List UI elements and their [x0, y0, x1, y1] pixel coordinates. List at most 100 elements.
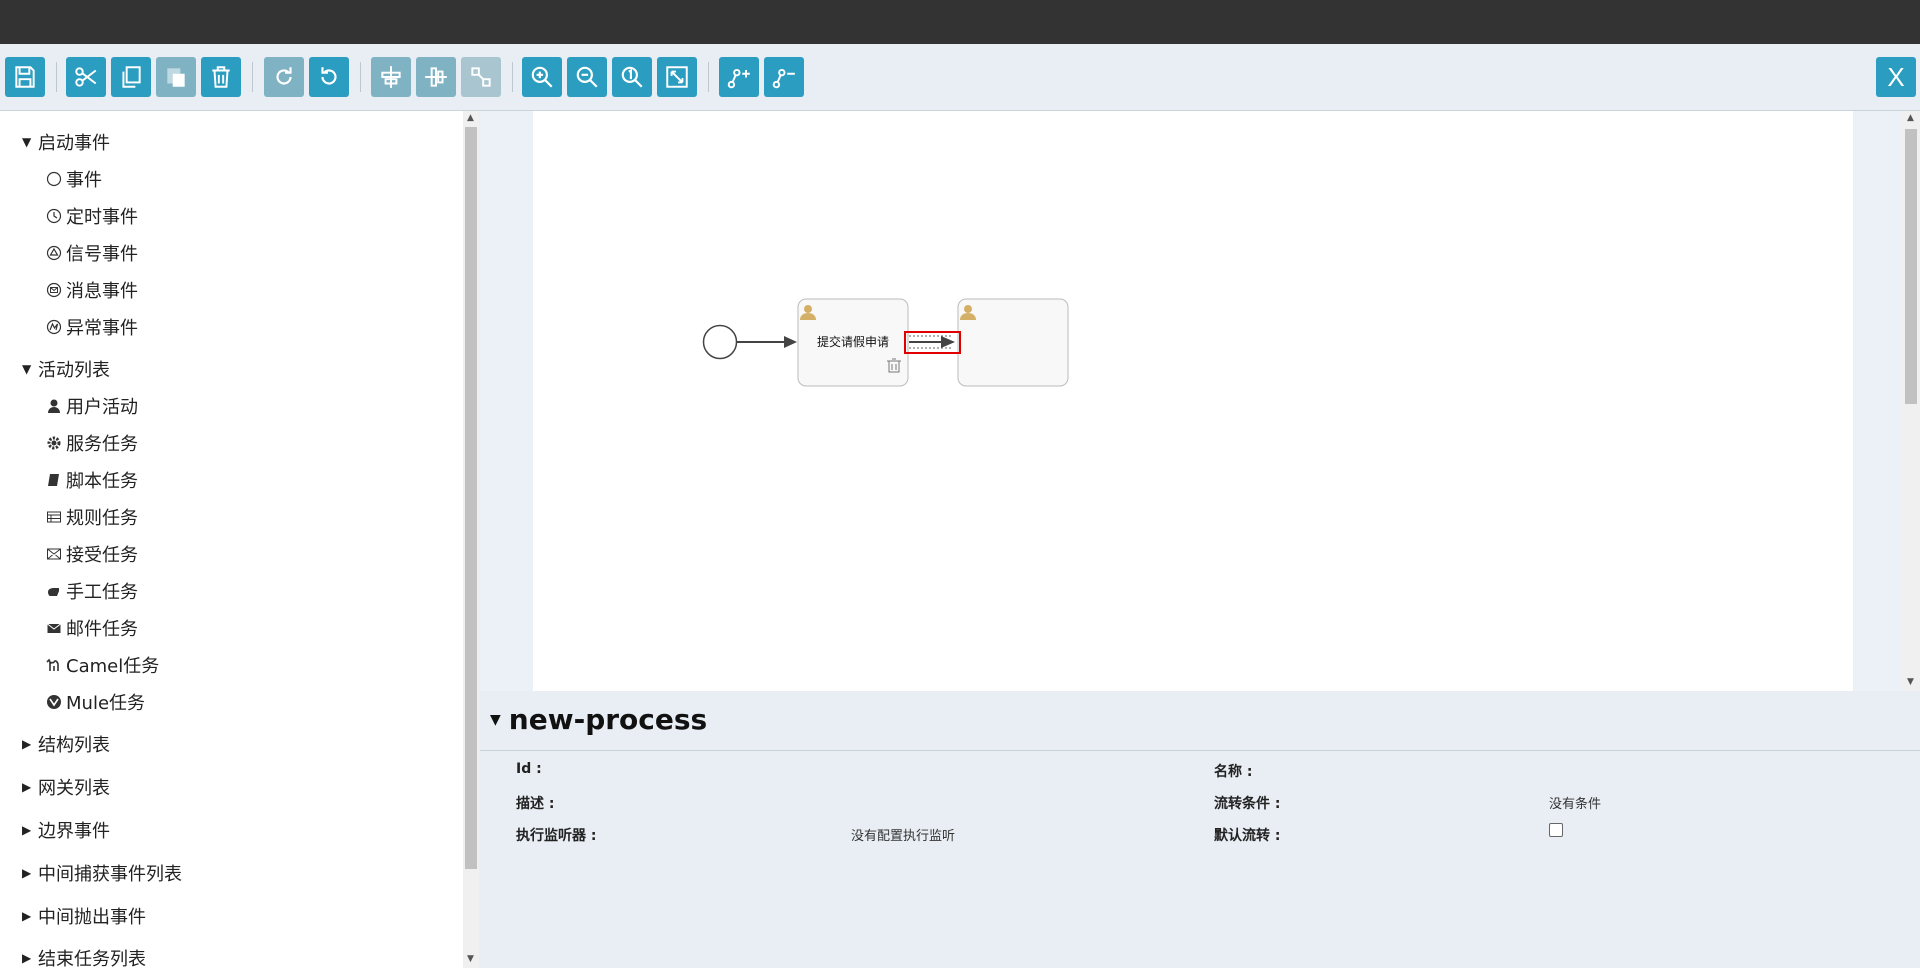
palette-group-label: 中间抛出事件 — [38, 907, 146, 928]
add-bendpoint-button[interactable] — [719, 57, 759, 97]
align-vertical-icon — [425, 67, 447, 87]
cut-button[interactable] — [66, 57, 106, 97]
arrowhead-icon — [941, 336, 955, 348]
palette-group-structures[interactable]: ▶ 结构列表 — [22, 731, 110, 757]
scroll-down-icon[interactable]: ▼ — [1907, 677, 1914, 687]
default-flow-label: 默认流转 : — [1214, 828, 1281, 844]
save-button[interactable] — [5, 57, 45, 97]
user-task-1-label: 提交请假申请 — [816, 335, 889, 349]
scrollbar-thumb[interactable] — [465, 127, 477, 869]
default-flow-checkbox[interactable] — [1549, 823, 1563, 837]
condition-label: 流转条件 : — [1214, 796, 1281, 812]
canvas-scrollbar[interactable]: ▲ ▼ — [1902, 111, 1920, 691]
palette-item-label: 手工任务 — [66, 582, 138, 603]
zoom-actual-button[interactable] — [612, 57, 652, 97]
add-bendpoint-icon — [727, 68, 750, 89]
palette-scrollbar[interactable]: ▲ ▼ — [463, 111, 479, 968]
palette-item-event[interactable]: 事件 — [42, 166, 102, 192]
palette-group-end-events[interactable]: ▶ 结束任务列表 — [22, 945, 146, 968]
palette-item-label: 异常事件 — [66, 318, 138, 339]
palette-group-label: 边界事件 — [38, 821, 110, 842]
redo-icon — [276, 67, 292, 85]
signal-icon — [42, 244, 66, 262]
chevron-right-icon: ▶ — [22, 909, 32, 923]
chevron-down-icon: ▼ — [22, 362, 32, 376]
chevron-right-icon: ▶ — [22, 823, 32, 837]
palette-group-start-events[interactable]: ▼ 启动事件 — [22, 129, 110, 155]
palette-item-mule-task[interactable]: Mule任务 — [42, 689, 145, 715]
user-icon — [42, 397, 66, 415]
undo-button[interactable] — [309, 57, 349, 97]
gear-icon — [42, 434, 66, 452]
paste-button[interactable] — [156, 57, 196, 97]
chevron-right-icon: ▶ — [22, 866, 32, 880]
remove-bendpoint-button[interactable] — [764, 57, 804, 97]
chevron-down-icon: ▼ — [490, 711, 501, 728]
palette-item-receive-task[interactable]: 接受任务 — [42, 541, 138, 567]
align-horizontal-button[interactable] — [371, 57, 411, 97]
palette-item-message-event[interactable]: 消息事件 — [42, 277, 138, 303]
copy-icon — [122, 66, 141, 88]
copy-button[interactable] — [111, 57, 151, 97]
palette-item-label: 消息事件 — [66, 281, 138, 302]
mule-icon — [42, 693, 66, 711]
palette-item-label: 定时事件 — [66, 207, 138, 228]
start-event[interactable] — [702, 324, 738, 360]
palette-item-label: 事件 — [66, 170, 102, 191]
palette-item-user-task[interactable]: 用户活动 — [42, 393, 138, 419]
palette-item-camel-task[interactable]: Camel任务 — [42, 652, 159, 678]
name-label: 名称 : — [1214, 764, 1253, 780]
palette-group-intermediate-throw[interactable]: ▶ 中间抛出事件 — [22, 903, 146, 929]
circle-icon — [42, 170, 66, 188]
same-size-button[interactable] — [461, 57, 501, 97]
user-task-2[interactable] — [957, 298, 1069, 387]
palette-item-manual-task[interactable]: 手工任务 — [42, 578, 138, 604]
palette-group-intermediate-catch[interactable]: ▶ 中间捕获事件列表 — [22, 860, 182, 886]
palette-group-label: 活动列表 — [38, 360, 110, 381]
palette-group-gateways[interactable]: ▶ 网关列表 — [22, 774, 110, 800]
palette-item-script-task[interactable]: 脚本任务 — [42, 467, 138, 493]
align-vertical-button[interactable] — [416, 57, 456, 97]
palette-item-error-event[interactable]: 异常事件 — [42, 314, 138, 340]
toolbar-separator — [56, 62, 57, 92]
palette-item-signal-event[interactable]: 信号事件 — [42, 240, 138, 266]
palette-item-label: 服务任务 — [66, 434, 138, 455]
delete-button[interactable] — [201, 57, 241, 97]
properties-header[interactable]: ▼ new-process — [490, 703, 707, 736]
listener-value[interactable]: 没有配置执行监听 — [851, 825, 955, 844]
undo-icon — [321, 67, 337, 85]
scroll-down-icon[interactable]: ▼ — [467, 954, 474, 964]
palette-panel: ▼ 启动事件 事件 定时事件 信号事件 消息事件 异常事件 ▼ 活动列表 用户活… — [0, 111, 463, 968]
mail-icon — [42, 619, 66, 637]
zoom-in-button[interactable] — [522, 57, 562, 97]
palette-item-rule-task[interactable]: 规则任务 — [42, 504, 138, 530]
palette-group-boundary-events[interactable]: ▶ 边界事件 — [22, 817, 110, 843]
chevron-right-icon: ▶ — [22, 737, 32, 751]
table-icon — [42, 508, 66, 526]
close-button[interactable]: X — [1876, 57, 1916, 97]
chevron-right-icon: ▶ — [22, 780, 32, 794]
save-icon — [15, 66, 35, 88]
diagram-svg — [702, 298, 1069, 387]
palette-item-timer-event[interactable]: 定时事件 — [42, 203, 138, 229]
camel-icon — [42, 656, 66, 674]
scroll-up-icon[interactable]: ▲ — [1907, 113, 1914, 123]
scroll-up-icon[interactable]: ▲ — [467, 113, 474, 123]
palette-group-activities[interactable]: ▼ 活动列表 — [22, 356, 110, 382]
delete-icon — [212, 66, 230, 88]
zoom-in-icon — [531, 66, 553, 88]
description-label: 描述 : — [516, 796, 555, 812]
arrowhead-icon — [784, 336, 797, 348]
zoom-fit-button[interactable] — [657, 57, 697, 97]
toolbar: X — [0, 44, 1920, 111]
condition-value[interactable]: 没有条件 — [1549, 793, 1601, 812]
scrollbar-thumb[interactable] — [1905, 129, 1917, 404]
diagram-canvas[interactable]: 提交请假申请 — [533, 111, 1853, 691]
palette-item-mail-task[interactable]: 邮件任务 — [42, 615, 138, 641]
zoom-out-button[interactable] — [567, 57, 607, 97]
redo-button[interactable] — [264, 57, 304, 97]
palette-item-service-task[interactable]: 服务任务 — [42, 430, 138, 456]
listener-label: 执行监听器 : — [516, 828, 597, 844]
chevron-right-icon: ▶ — [22, 951, 32, 965]
palette-group-label: 启动事件 — [38, 133, 110, 154]
